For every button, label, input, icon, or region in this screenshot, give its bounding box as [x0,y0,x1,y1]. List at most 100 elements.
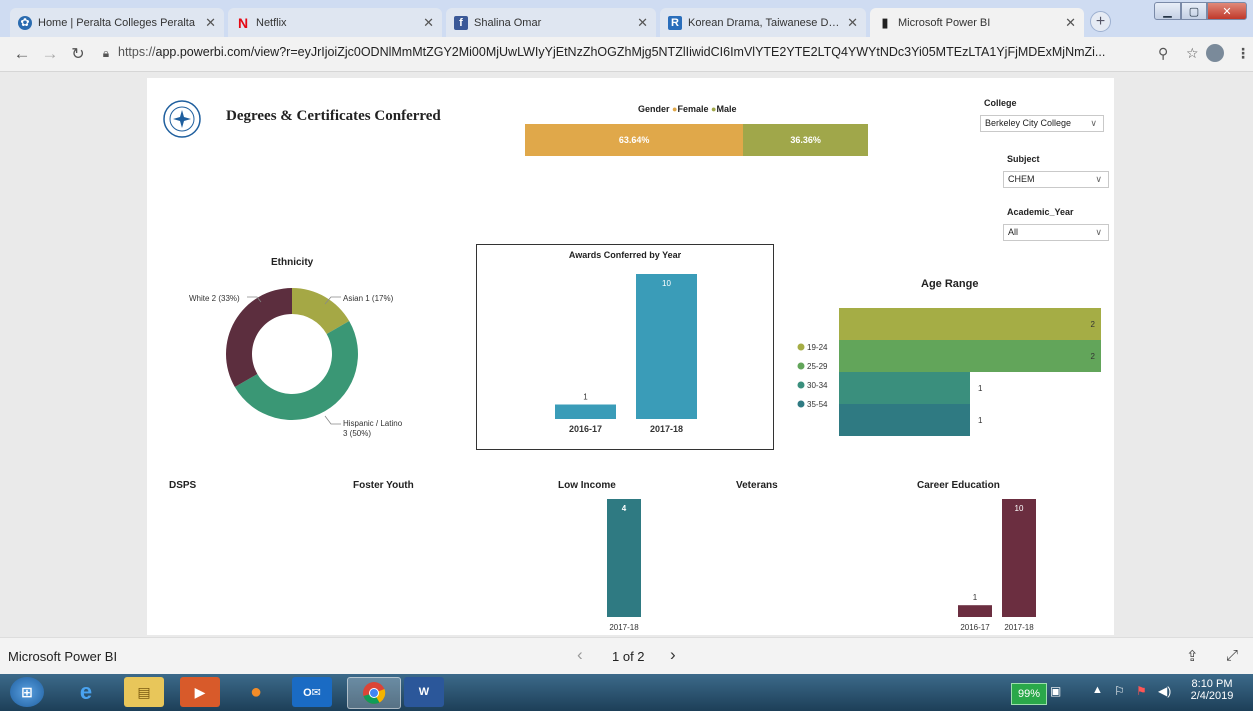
career-value-2017-18: 10 [1015,504,1024,513]
age-legend-30-34: 30-34 [807,381,828,390]
star-icon[interactable]: ☆ [1186,45,1199,62]
subject-slicer[interactable]: CHEM ∨ [1003,171,1109,188]
netflix-icon: N [237,14,249,31]
show-hidden-icon[interactable]: ▲ [1092,684,1103,696]
low-income-tick: 2017-18 [609,623,639,632]
tab-netflix[interactable]: N Netflix ✕ [228,8,442,37]
clock[interactable]: 8:10 PM 2/4/2019 [1186,678,1238,702]
college-slicer-label: College [984,98,1017,108]
reload-icon[interactable]: ↻ [68,44,88,64]
tab-peralta[interactable]: ✿ Home | Peralta Colleges Peralta ✕ [10,8,224,37]
peralta-logo-icon: ✿ [18,15,32,30]
age-value-19-24: 2 [1091,320,1096,329]
awards-value-2017-18: 10 [662,279,671,288]
close-icon[interactable]: ✕ [423,15,434,31]
awards-tick-2016-17: 2016-17 [569,424,602,434]
career-tick-2016-17: 2016-17 [960,623,990,632]
age-legend-dot-19-24 [797,343,805,351]
close-icon[interactable]: ✕ [205,15,216,31]
gender-legend: Gender ●Female ●Male [638,104,737,114]
low-income-bar-2017-18 [607,499,641,617]
close-icon[interactable]: ✕ [1065,15,1076,31]
close-icon[interactable]: ✕ [637,15,648,31]
year-slicer-label: Academic_Year [1007,207,1074,217]
year-slicer[interactable]: All ∨ [1003,224,1109,241]
dsps-title: DSPS [169,480,197,491]
media-player-icon[interactable]: ▶ [180,677,220,707]
fullscreen-icon[interactable]: ⤢ [1226,647,1238,664]
age-legend-25-29: 25-29 [807,362,828,371]
flag-alert-icon[interactable]: ⚑ [1136,684,1147,698]
awards-bar-2016-17 [555,404,616,419]
career-bar-2016-17 [958,605,992,617]
label-white: White 2 (33%) [189,294,240,303]
address-bar[interactable]: https://app.powerbi.com/view?r=eyJrIjoiZ… [118,45,1128,59]
awards-bar-chart[interactable]: 1 2016-17 10 2017-18 [477,263,773,448]
device-icon[interactable]: ⚐ [1114,684,1125,698]
start-button[interactable]: ⊞ [10,677,44,707]
clock-time: 8:10 PM [1191,678,1233,690]
age-range-bar-chart[interactable]: 2 19-24 2 25-29 1 30-34 1 35-54 [783,303,1103,443]
internet-explorer-icon[interactable]: e [66,677,106,707]
college-slicer[interactable]: Berkeley City College ∨ [980,115,1104,132]
gender-bar-female[interactable]: 63.64% [525,124,744,156]
ethnicity-title: Ethnicity [271,257,314,268]
chevron-down-icon: ∨ [1090,118,1097,128]
network-icon[interactable]: ▣ [1050,684,1061,698]
tab-facebook[interactable]: f Shalina Omar ✕ [446,8,656,37]
tab-korean-drama[interactable]: R Korean Drama, Taiwanese Dram ✕ [660,8,866,37]
rakuten-icon: R [668,15,682,30]
close-window-button[interactable]: ✕ [1207,2,1247,20]
clock-date: 2/4/2019 [1190,690,1234,702]
close-icon[interactable]: ✕ [847,15,858,31]
career-tick-2017-18: 2017-18 [1004,623,1034,632]
lock-icon: 🔒︎ [102,46,110,60]
page-indicator: 1 of 2 [612,649,645,664]
subject-slicer-label: Subject [1007,154,1040,164]
forward-arrow-icon[interactable]: → [40,44,60,64]
maximize-button[interactable]: ▢ [1181,2,1207,20]
avatar[interactable] [1206,44,1224,62]
firefox-icon[interactable]: ● [236,677,276,707]
previous-page-button[interactable]: ‹ [577,645,583,665]
awards-tick-2017-18: 2017-18 [650,424,683,434]
facebook-icon: f [454,15,468,30]
next-page-button[interactable]: › [670,645,676,665]
chevron-down-icon: ∨ [1095,174,1102,184]
age-legend-dot-30-34 [797,381,805,389]
chrome-icon[interactable] [347,677,401,709]
gender-stacked-bar[interactable]: 63.64% 36.36% [525,124,868,156]
windows-taskbar: ⊞ e ▤ ▶ ● O✉ W 99% ▣ ▲ ⚐ ⚑ ◀) 8:10 PM 2/… [0,674,1253,711]
file-explorer-icon[interactable]: ▤ [124,677,164,707]
zoom-icon[interactable]: ⚲ [1158,45,1168,62]
back-arrow-icon[interactable]: ← [12,44,32,64]
age-legend-35-54: 35-54 [807,400,828,409]
word-icon[interactable]: W [404,677,444,707]
tab-powerbi[interactable]: ▮ Microsoft Power BI ✕ [870,8,1084,37]
low-income-value: 4 [622,504,627,513]
age-bar-30-34 [839,372,970,404]
peralta-seal-icon [163,100,201,138]
menu-icon[interactable]: ⋮ [1236,45,1250,62]
share-icon[interactable]: ⇪ [1186,647,1199,665]
powerbi-icon: ▮ [881,14,889,30]
powerbi-footer: Microsoft Power BI ‹ 1 of 2 › ⇪ ⤢ [0,637,1253,675]
age-bar-19-24 [839,308,1101,340]
minimize-button[interactable]: ▁ [1154,2,1181,20]
career-education-bar-chart[interactable]: 1 2016-17 10 2017-18 [942,493,1052,635]
battery-badge[interactable]: 99% [1011,683,1047,705]
awards-title: Awards Conferred by Year [568,250,682,260]
awards-bar-2017-18 [636,274,697,419]
ethnicity-leader-lines [247,296,341,425]
age-value-30-34: 1 [978,384,983,393]
browser-toolbar: ← → ↻ 🔒︎ https://app.powerbi.com/view?r=… [0,37,1253,72]
age-bar-25-29 [839,340,1101,372]
low-income-bar-chart[interactable]: 4 2017-18 [577,493,677,635]
volume-icon[interactable]: ◀) [1158,684,1171,698]
low-income-title: Low Income [558,480,616,491]
peralta-seal-logo [163,100,201,138]
outlook-icon[interactable]: O✉ [292,677,332,707]
age-bar-35-54 [839,404,970,436]
new-tab-button[interactable]: + [1090,11,1111,32]
gender-bar-male[interactable]: 36.36% [743,124,868,156]
